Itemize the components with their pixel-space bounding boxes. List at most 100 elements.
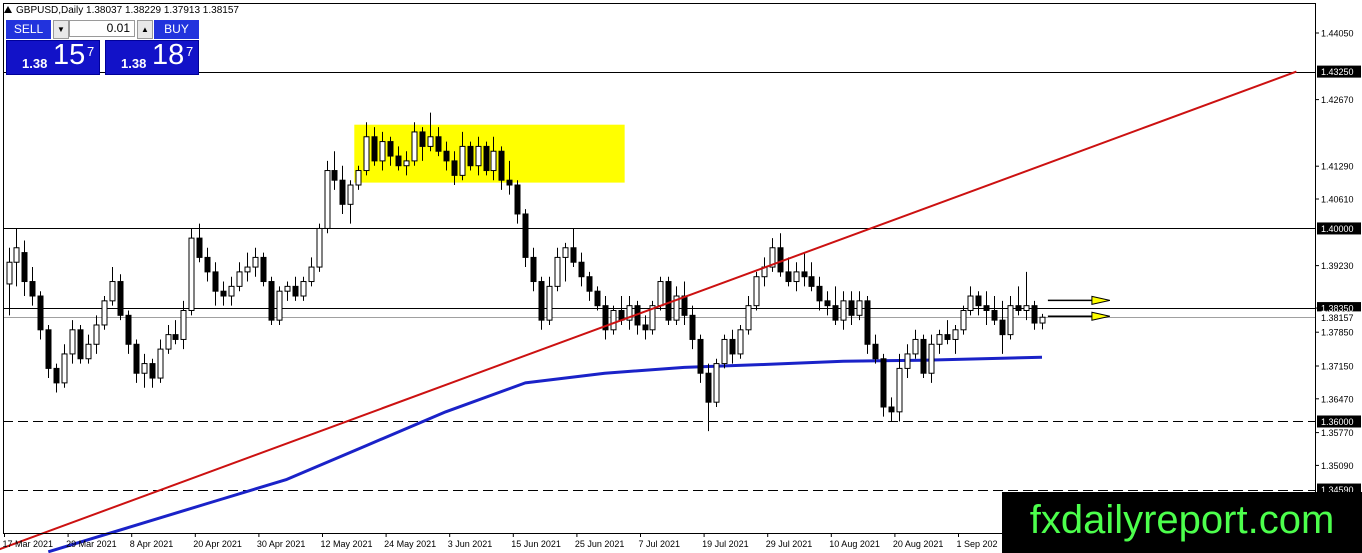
candle-body (411, 131, 418, 162)
lot-size-input[interactable] (69, 20, 135, 37)
candle-body (435, 136, 442, 152)
candle (284, 281, 291, 301)
candle (824, 291, 831, 316)
candle-body (77, 329, 84, 360)
trendline-layer (0, 70, 1297, 551)
x-tick-label: 8 Apr 2021 (130, 539, 174, 549)
lot-decrease-button[interactable]: ▼ (53, 20, 69, 39)
candle-body (1007, 305, 1014, 336)
chart-frame (3, 3, 1316, 534)
x-tick-label: 1 Sep 202 (957, 539, 998, 549)
x-tick-label: 10 Aug 2021 (829, 539, 880, 549)
trendline (0, 70, 1297, 551)
candle-body (522, 213, 529, 258)
candle-body (912, 338, 919, 355)
candle (649, 300, 656, 335)
candle (21, 240, 28, 297)
candle-body (991, 309, 998, 321)
y-tick-label: 1.41290 (1321, 162, 1354, 172)
candle-body (276, 290, 283, 321)
candle-body (960, 309, 967, 331)
candle (331, 151, 338, 190)
x-tick-label: 12 May 2021 (321, 539, 373, 549)
candle-body (93, 324, 100, 345)
candle (912, 329, 919, 359)
candle (109, 267, 116, 306)
candle-body (53, 367, 60, 384)
price-level-label: 1.43250 (1321, 67, 1354, 77)
arrow-head (1091, 295, 1111, 305)
candle-body (721, 338, 728, 365)
price-level-label: 1.36000 (1321, 417, 1354, 427)
candle (880, 353, 887, 417)
candle-body (928, 343, 935, 374)
candle (777, 233, 784, 277)
candle-body (228, 285, 235, 297)
candle (840, 291, 847, 330)
candle-body (578, 261, 585, 278)
candle (69, 320, 76, 364)
buy-button[interactable]: BUY (154, 20, 199, 39)
candle-body (284, 285, 291, 292)
candle (530, 247, 537, 292)
candle (308, 257, 315, 287)
candle-body (13, 247, 20, 263)
y-tick-label: 1.39230 (1321, 261, 1354, 271)
one-click-trade-panel: SELL ▼ ▲ BUY 1.38 15 7 1.38 18 7 (6, 20, 199, 75)
buy-price-display[interactable]: 1.38 18 7 (105, 39, 199, 75)
candle (634, 300, 641, 335)
price-chart[interactable]: 1.44050 1.42670 1.41290 1.40610 1.39230 1.38 3… (0, 0, 1362, 553)
candle-body (657, 281, 664, 307)
candle-body (29, 281, 36, 297)
candle (761, 257, 768, 287)
candle (848, 291, 855, 325)
candle (1031, 300, 1038, 330)
chevron-down-icon: ▼ (57, 25, 65, 34)
arrow-right-icon (1047, 295, 1111, 305)
candle-body (848, 300, 855, 316)
candle (673, 286, 680, 325)
candle-body (1023, 305, 1030, 311)
candle (689, 305, 696, 350)
candle-body (554, 256, 561, 287)
buy-price-pips: 18 (152, 39, 185, 71)
candle-body (999, 319, 1006, 336)
sell-price-display[interactable]: 1.38 15 7 (6, 39, 100, 75)
candle-body (546, 285, 553, 321)
candle-body (864, 300, 871, 345)
symbol-info: GBPUSD,Daily 1.38037 1.38229 1.37913 1.3… (16, 5, 239, 16)
candle-body (371, 136, 378, 162)
candle-body (212, 271, 219, 292)
candle (13, 228, 20, 287)
candle (1007, 296, 1014, 340)
candle (936, 329, 943, 354)
candle-body (355, 170, 362, 186)
candle-body (808, 276, 815, 287)
candle (157, 339, 164, 383)
candle-body (180, 309, 187, 340)
candle-body (268, 281, 275, 321)
y-tick-label: 1.36470 (1321, 394, 1354, 404)
candle (562, 242, 569, 282)
candle (61, 344, 68, 388)
candle-body (61, 353, 68, 384)
candle (1015, 286, 1022, 316)
candle (546, 276, 553, 325)
candle-body (872, 343, 879, 360)
candle-body (260, 256, 267, 283)
candle-body (642, 324, 649, 331)
candle (554, 247, 561, 292)
candle-body (467, 145, 474, 167)
moving-average-layer (47, 355, 1043, 553)
candle-body (490, 150, 497, 172)
candle (586, 271, 593, 301)
candle-body (324, 170, 331, 229)
candle-body (244, 266, 251, 273)
lot-increase-button[interactable]: ▲ (137, 20, 153, 39)
candle-body (157, 348, 164, 379)
candle (920, 334, 927, 379)
candle (339, 165, 346, 214)
x-tick-label: 20 Apr 2021 (193, 539, 242, 549)
sell-button[interactable]: SELL (6, 20, 51, 39)
sell-price-fraction: 7 (87, 44, 95, 59)
